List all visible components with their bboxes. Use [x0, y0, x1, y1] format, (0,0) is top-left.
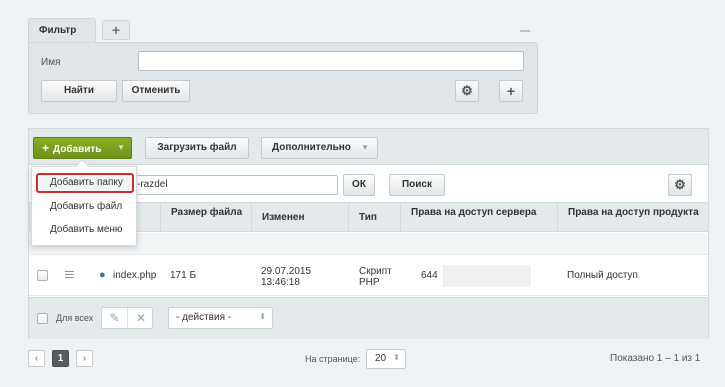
table-row[interactable]: ● index.php 171 Б 29.07.2015 13:46:18 Ск…	[29, 256, 708, 296]
per-page-value: 20	[375, 353, 387, 364]
more-button-label: Дополнительно	[272, 142, 351, 153]
file-size: 171 Б	[170, 270, 197, 281]
find-button[interactable]: Найти	[41, 80, 117, 102]
add-dropdown-menu: Добавить папку Добавить файл Добавить ме…	[31, 158, 137, 246]
actions-select-value: - действия -	[176, 312, 232, 323]
file-changed-time: 13:46:18	[261, 277, 300, 288]
chevron-updown-icon: ⬍	[259, 312, 266, 321]
search-input[interactable]: -razdel	[132, 175, 338, 195]
select-all-checkbox[interactable]	[37, 313, 48, 324]
close-icon: ✕	[135, 311, 147, 325]
cancel-button[interactable]: Отменить	[122, 80, 190, 102]
row-menu-icon[interactable]	[65, 271, 74, 280]
per-page-select[interactable]: 20 ⬍	[366, 349, 406, 369]
table-footer: Для всех ✎ ✕ - действия - ⬍	[29, 297, 708, 339]
plus-icon: +	[42, 141, 50, 155]
name-field[interactable]	[138, 51, 524, 71]
gear-icon: ⚙	[461, 83, 473, 98]
column-header-type[interactable]: Тип	[348, 203, 400, 231]
filter-settings-button[interactable]: ⚙	[455, 80, 479, 102]
chevron-right-icon: ›	[82, 353, 87, 364]
name-field-label: Имя	[41, 57, 61, 68]
menu-item-add-file[interactable]: Добавить файл	[36, 197, 134, 217]
redacted-area	[443, 265, 531, 287]
add-filter-tab-button[interactable]: +	[102, 20, 130, 40]
add-filter-field-button[interactable]: +	[499, 80, 523, 102]
ok-button[interactable]: ОК	[343, 174, 375, 196]
column-header-product-access[interactable]: Права на доступ продукта	[557, 203, 710, 231]
plus-icon: +	[111, 22, 121, 38]
filter-panel: Имя Найти Отменить ⚙ +	[28, 42, 538, 114]
tab-filter[interactable]: Фильтр	[28, 18, 96, 42]
chevron-left-icon: ‹	[34, 353, 39, 364]
upload-file-button[interactable]: Загрузить файл	[145, 137, 249, 159]
file-type: Скрипт PHP	[359, 266, 392, 288]
select-all-label: Для всех	[56, 313, 94, 323]
column-header-server-access[interactable]: Права на доступ сервера	[400, 203, 557, 231]
column-header-changed[interactable]: Изменен	[251, 203, 348, 231]
menu-item-add-folder[interactable]: Добавить папку	[36, 173, 134, 193]
list-settings-button[interactable]: ⚙	[668, 174, 692, 196]
row-checkbox[interactable]	[37, 270, 48, 281]
file-changed: 29.07.2015 13:46:18	[261, 266, 311, 288]
plus-icon: +	[506, 83, 516, 99]
prev-page-button[interactable]: ‹	[28, 350, 45, 367]
menu-item-add-menu[interactable]: Добавить меню	[36, 220, 134, 240]
edit-button[interactable]: ✎	[102, 308, 128, 328]
minimize-filter-icon[interactable]	[520, 30, 530, 32]
more-button[interactable]: Дополнительно ▼	[261, 137, 378, 159]
add-button[interactable]: + Добавить ▼	[33, 137, 132, 159]
chevron-down-icon: ▼	[117, 143, 125, 152]
total-count-label: Показано 1 – 1 из 1	[610, 353, 701, 364]
column-header-size[interactable]: Размер файла	[160, 203, 251, 231]
toolbar: + Добавить ▼ Загрузить файл Дополнительно…	[29, 129, 708, 165]
product-access-value: Полный доступ	[567, 270, 638, 281]
chevron-down-icon: ▼	[361, 143, 369, 152]
page-button-current[interactable]: 1	[52, 350, 69, 367]
file-type-line2: PHP	[359, 277, 380, 288]
file-changed-date: 29.07.2015	[261, 266, 312, 277]
server-access-value: 644	[421, 270, 438, 281]
file-name-link[interactable]: index.php	[113, 270, 156, 281]
group-action-buttons: ✎ ✕	[101, 307, 153, 329]
pencil-icon: ✎	[109, 311, 120, 325]
next-page-button[interactable]: ›	[76, 350, 93, 367]
per-page-label: На странице:	[305, 354, 361, 364]
chevron-updown-icon: ⬍	[393, 353, 400, 362]
file-type-line1: Скрипт	[359, 266, 392, 277]
gear-icon: ⚙	[674, 177, 686, 192]
delete-button[interactable]: ✕	[128, 308, 154, 328]
search-button[interactable]: Поиск	[389, 174, 445, 196]
add-button-label: Добавить	[53, 144, 102, 155]
actions-select[interactable]: - действия - ⬍	[168, 307, 273, 329]
php-file-icon: ●	[99, 269, 106, 281]
